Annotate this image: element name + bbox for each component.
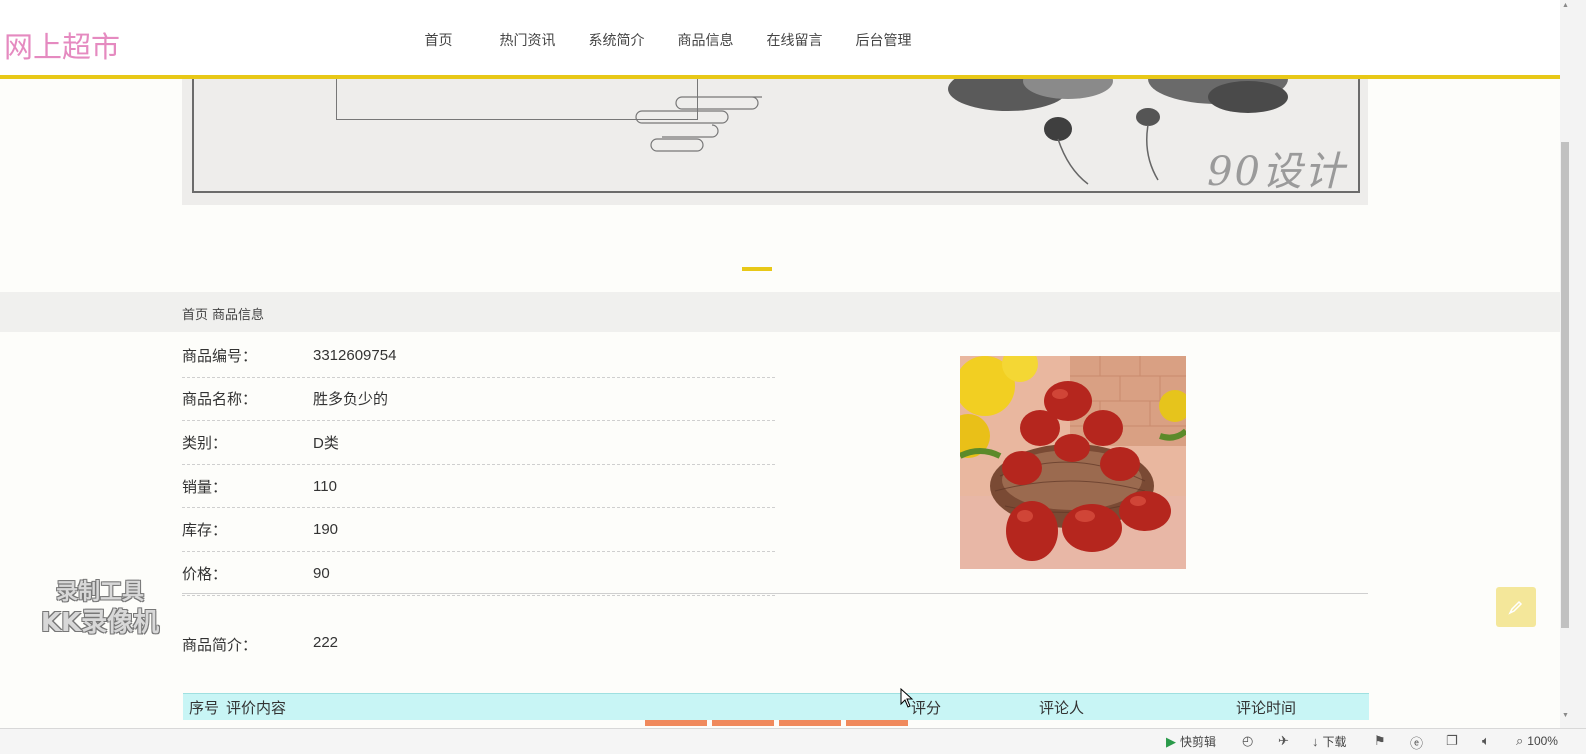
- cloud-pattern-icon: [635, 96, 762, 152]
- nav-home[interactable]: 首页: [394, 30, 483, 50]
- intro-label: 商品简介：: [182, 637, 258, 654]
- detail-value: 110: [313, 477, 337, 495]
- detail-value: 胜多负少的: [313, 391, 389, 409]
- detail-row-price: 价格： 90: [182, 552, 775, 596]
- breadcrumb-products[interactable]: 商品信息: [212, 307, 264, 322]
- col-content: 评价内容: [226, 699, 287, 717]
- watermark-line2: KK录像机: [40, 608, 160, 638]
- play-icon: ▶: [1166, 733, 1176, 749]
- product-image: [960, 356, 1186, 569]
- detail-row-name: 商品名称： 胜多负少的: [182, 378, 775, 422]
- intro-value: 222: [313, 634, 339, 651]
- quick-edit-item[interactable]: ▶ 快剪辑: [1166, 733, 1216, 750]
- scroll-down-icon[interactable]: ▼: [1562, 712, 1569, 719]
- detail-value: 3312609754: [313, 346, 397, 364]
- action-buttons: [645, 720, 908, 726]
- col-index: 序号: [189, 699, 220, 717]
- breadcrumb-bar: 首页 商品信息: [0, 292, 1560, 332]
- col-time: 评论时间: [1236, 699, 1297, 717]
- nav-admin[interactable]: 后台管理: [839, 30, 928, 50]
- col-reviewer: 评论人: [1039, 699, 1085, 717]
- detail-row-sales: 销量： 110: [182, 465, 775, 509]
- review-table-header: 序号 评价内容 评分 评论人 评论时间: [183, 693, 1369, 720]
- section-divider: [182, 593, 1368, 594]
- action-button[interactable]: [779, 720, 841, 726]
- breadcrumb: 首页 商品信息: [182, 304, 268, 323]
- quick-edit-label: 快剪辑: [1180, 735, 1217, 749]
- product-details: 商品编号： 3312609754 商品名称： 胜多负少的 类别： D类 销量： …: [182, 334, 775, 596]
- detail-row-stock: 库存： 190: [182, 508, 775, 552]
- speaker-icon: 🔈︎: [1482, 733, 1490, 748]
- flag-icon: ⚑: [1374, 733, 1386, 748]
- flag-item[interactable]: ⚑: [1374, 733, 1386, 749]
- nav-messages[interactable]: 在线留言: [750, 30, 839, 50]
- ie-item[interactable]: ⓔ: [1410, 733, 1423, 752]
- slider-indicator[interactable]: [742, 267, 772, 271]
- detail-label: 商品编号：: [182, 347, 258, 365]
- action-button[interactable]: [645, 720, 707, 726]
- download-icon: ↓: [1312, 734, 1319, 749]
- detail-row-id: 商品编号： 3312609754: [182, 334, 775, 378]
- rocket-icon: ✈: [1278, 733, 1289, 748]
- rocket-item[interactable]: ✈: [1278, 733, 1289, 749]
- floating-edit-button[interactable]: [1496, 587, 1536, 627]
- detail-label: 销量：: [182, 478, 228, 496]
- download-label: 下载: [1322, 735, 1347, 749]
- detail-value: D类: [313, 434, 339, 452]
- download-item[interactable]: ↓ 下载: [1312, 733, 1347, 750]
- watermark-line1: 录制工具: [55, 580, 144, 605]
- ie-icon: ⓔ: [1410, 736, 1424, 751]
- nav-products[interactable]: 商品信息: [661, 30, 750, 50]
- breadcrumb-home[interactable]: 首页: [182, 307, 208, 322]
- zoom-item[interactable]: ⌕ 100%: [1516, 733, 1558, 749]
- detail-value: 190: [313, 521, 339, 539]
- speed-item[interactable]: ◴: [1242, 733, 1253, 749]
- page-scrollbar[interactable]: ▲ ▼: [1560, 0, 1586, 728]
- action-button[interactable]: [712, 720, 774, 726]
- banner-image: 90设计: [182, 79, 1368, 205]
- zoom-level: 100%: [1527, 734, 1558, 748]
- recorder-watermark: 录制工具 KK录像机: [32, 578, 168, 638]
- nav-news[interactable]: 热门资讯: [483, 30, 572, 50]
- detail-label: 类别：: [182, 434, 228, 452]
- nav-about[interactable]: 系统简介: [572, 30, 661, 50]
- product-intro: 商品简介： 222: [182, 634, 338, 655]
- col-score: 评分: [911, 699, 942, 717]
- mouse-cursor-icon: [900, 688, 914, 708]
- browser-status-bar: ▶ 快剪辑 ◴ ✈ ↓ 下载 ⚑ ⓔ ❐ 🔈︎ ⌕ 100%: [0, 728, 1586, 754]
- pencil-icon: [1508, 600, 1523, 615]
- banner-watermark-text: 90设计: [1207, 149, 1346, 195]
- scroll-up-icon[interactable]: ▲: [1562, 2, 1569, 9]
- speed-icon: ◴: [1242, 733, 1254, 748]
- detail-label: 价格：: [182, 565, 228, 583]
- site-header: 网上超市 首页 热门资讯 系统简介 商品信息 在线留言 后台管理: [0, 0, 1560, 79]
- action-button[interactable]: [846, 720, 908, 726]
- magnifier-icon: ⌕: [1516, 733, 1524, 748]
- detail-label: 库存：: [182, 522, 228, 540]
- detail-label: 商品名称：: [182, 391, 258, 409]
- window-item[interactable]: ❐: [1446, 733, 1458, 749]
- window-icon: ❐: [1446, 733, 1458, 748]
- sound-item[interactable]: 🔈︎: [1482, 733, 1490, 749]
- site-logo[interactable]: 网上超市: [4, 24, 120, 66]
- scroll-thumb[interactable]: [1561, 142, 1569, 628]
- main-nav: 首页 热门资讯 系统简介 商品信息 在线留言 后台管理: [394, 30, 928, 50]
- detail-value: 90: [313, 564, 330, 582]
- detail-row-category: 类别： D类: [182, 421, 775, 465]
